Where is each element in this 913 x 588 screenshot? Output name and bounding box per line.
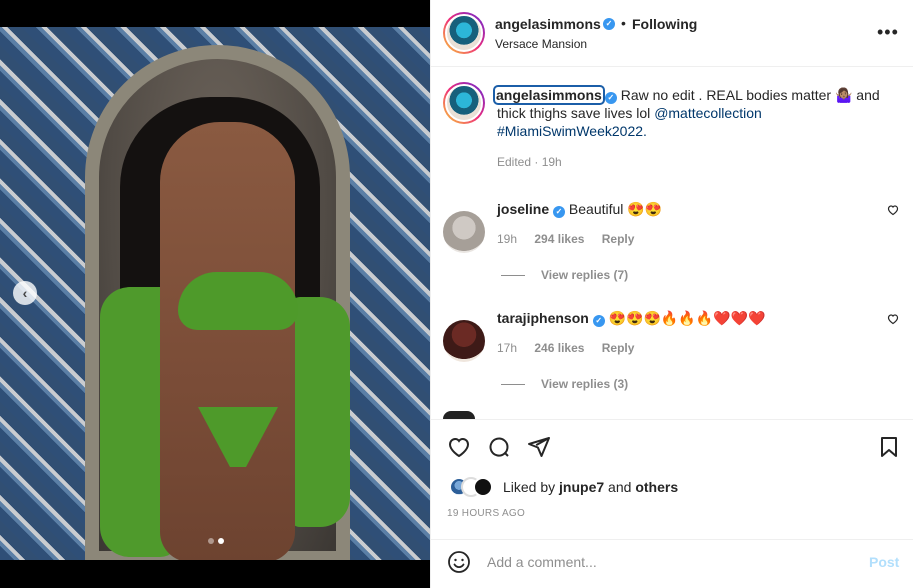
caption-text: angelasimmons ✓ Raw no edit . REAL bodies… [493, 85, 897, 140]
emoji-icon[interactable] [447, 550, 471, 574]
comment-time: 17h [497, 341, 518, 355]
photo-jacket-right [290, 297, 350, 527]
post-location[interactable]: Versace Mansion [495, 37, 587, 51]
comment-time: 19h [497, 232, 518, 246]
carousel-dot [208, 538, 214, 544]
commenter-username[interactable]: joseline [497, 201, 549, 217]
carousel-dot-active [218, 538, 224, 544]
comment-line: tarajiphenson ✓ 😍😍😍🔥🔥🔥❤️❤️❤️ [497, 310, 765, 327]
commenter-username[interactable]: tarajiphenson [497, 310, 589, 326]
following-button[interactable]: Following [632, 16, 697, 32]
comments-section: angelasimmons ✓ Raw no edit . REAL bodies… [431, 67, 913, 419]
liked-by-others[interactable]: others [635, 479, 678, 495]
comment-text: Beautiful 😍😍 [568, 201, 663, 217]
carousel-prev-button[interactable]: ‹ [13, 281, 37, 305]
verified-badge-icon: ✓ [603, 18, 615, 30]
comment-icon[interactable] [487, 435, 511, 459]
liker-avatar[interactable] [473, 477, 493, 497]
carousel-indicator [208, 538, 224, 544]
comment-likes[interactable]: 294 likes [534, 232, 584, 246]
comment-input[interactable] [487, 552, 847, 572]
save-bookmark-icon[interactable] [877, 435, 901, 459]
photo-swim-top [178, 272, 298, 330]
post-comment-button[interactable]: Post [869, 554, 899, 570]
liked-by-connector: and [604, 479, 636, 495]
photo-figure-body [160, 122, 295, 560]
commenter-avatar[interactable] [443, 411, 475, 419]
liked-by-summary: Liked by jnupe7 and others [449, 477, 678, 497]
post-photo[interactable] [0, 27, 430, 560]
caption-mention-link[interactable]: @mattecollection [654, 105, 762, 121]
author-avatar[interactable] [443, 12, 485, 54]
comment-meta: 19h 294 likes Reply [497, 232, 634, 246]
verified-badge-icon: ✓ [592, 315, 605, 327]
share-icon[interactable] [527, 435, 551, 459]
comment-like-heart-icon[interactable] [887, 313, 899, 325]
like-heart-icon[interactable] [447, 435, 471, 459]
caption-hashtag-link[interactable]: #MiamiSwimWeek2022. [497, 123, 647, 139]
post-media-panel: ‹ [0, 0, 430, 588]
liked-by-user[interactable]: jnupe7 [559, 479, 604, 495]
caption-edited-time: Edited · 19h [497, 155, 562, 169]
post-timestamp: 19 HOURS AGO [447, 508, 526, 519]
commenter-avatar[interactable] [443, 211, 485, 253]
caption-author-avatar[interactable] [443, 82, 485, 124]
comment-text: 😍😍😍🔥🔥🔥❤️❤️❤️ [608, 310, 766, 326]
post-actions: Liked by jnupe7 and others 19 HOURS AGO [431, 419, 913, 539]
comment-line: joseline ✓ Beautiful 😍😍 [497, 201, 662, 218]
header-separator: • [621, 15, 626, 31]
more-options-icon[interactable]: ••• [877, 23, 899, 41]
comment-meta: 17h 246 likes Reply [497, 341, 634, 355]
comment-like-heart-icon[interactable] [887, 204, 899, 216]
view-replies-button[interactable]: View replies (7) [501, 268, 628, 282]
post-header: angelasimmons ✓ • Following Versace Mans… [431, 0, 913, 67]
view-replies-button[interactable]: View replies (3) [501, 377, 628, 391]
comment-likes[interactable]: 246 likes [534, 341, 584, 355]
reply-button[interactable]: Reply [602, 341, 635, 355]
reply-button[interactable]: Reply [602, 232, 635, 246]
comment-composer: Post [431, 539, 913, 588]
verified-badge-icon: ✓ [553, 206, 566, 218]
commenter-avatar[interactable] [443, 320, 485, 362]
liked-by-prefix: Liked by [503, 479, 560, 495]
post-side-panel: angelasimmons ✓ • Following Versace Mans… [430, 0, 913, 588]
verified-badge-icon: ✓ [604, 92, 617, 104]
caption-username[interactable]: angelasimmons [493, 85, 605, 105]
author-username[interactable]: angelasimmons [495, 16, 601, 32]
